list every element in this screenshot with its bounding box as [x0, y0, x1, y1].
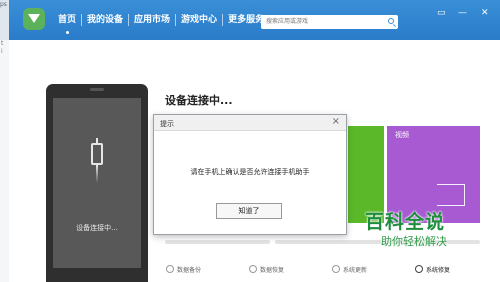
data-restore-button[interactable]: 数据恢复 [249, 262, 284, 276]
restore-icon [249, 265, 257, 273]
got-it-button[interactable]: 知道了 [216, 203, 282, 219]
close-window-icon[interactable]: ✕ [481, 8, 489, 18]
nav-item-game-center[interactable]: 游戏中心 [176, 0, 222, 40]
system-repair-button[interactable]: 系统修复 [415, 262, 450, 276]
device-info-placeholder-bar [165, 240, 270, 244]
minimize-window-icon[interactable]: — [458, 8, 467, 18]
screen: ps t i 首页 我的设备 应用市场 游戏中心 更多服务 搜索应用或游戏 ▭ [0, 0, 500, 282]
system-update-button[interactable]: 系统更新 [332, 262, 367, 276]
background-window-text: ps [0, 1, 7, 8]
data-backup-button[interactable]: 数据备份 [166, 262, 201, 276]
watermark-title: 百科全说 [365, 211, 446, 233]
nav-item-app-market[interactable]: 应用市场 [129, 0, 175, 40]
nav-item-home[interactable]: 首页 [53, 0, 81, 40]
dialog-header: 提示 × [154, 115, 346, 131]
video-tile-graphic [437, 184, 465, 206]
usb-plug-icon [91, 138, 103, 183]
dialog-title: 提示 [160, 120, 174, 128]
title-bar: 首页 我的设备 应用市场 游戏中心 更多服务 搜索应用或游戏 ▭ — ✕ [9, 0, 500, 40]
nav-item-my-devices[interactable]: 我的设备 [82, 0, 128, 40]
tile-video-label: 视频 [395, 131, 409, 139]
dialog-message: 请在手机上确认是否允许连接手机助手 [190, 168, 310, 176]
data-restore-label: 数据恢复 [260, 266, 285, 274]
close-icon[interactable]: × [332, 116, 340, 127]
prompt-dialog: 提示 × 请在手机上确认是否允许连接手机助手 知道了 [153, 114, 347, 235]
system-repair-label: 系统修复 [426, 266, 451, 274]
backup-icon [166, 265, 174, 273]
app-logo-icon[interactable] [23, 8, 45, 30]
search-icon[interactable] [388, 18, 394, 24]
phone-speaker [90, 88, 104, 91]
phone-assistant-window: 首页 我的设备 应用市场 游戏中心 更多服务 搜索应用或游戏 ▭ — ✕ 设备连… [9, 0, 500, 282]
update-icon [332, 265, 340, 273]
phone-status-label: 设备连接中... [76, 224, 118, 232]
main-nav: 首页 我的设备 应用市场 游戏中心 更多服务 [53, 0, 269, 40]
gear-icon [415, 265, 423, 273]
search-placeholder: 搜索应用或游戏 [266, 18, 309, 25]
connection-status-title: 设备连接中... [165, 94, 233, 107]
watermark-subtitle: 助你轻松解决 [381, 235, 447, 248]
restore-window-icon[interactable]: ▭ [437, 8, 446, 18]
phone-screen: 设备连接中... [53, 98, 141, 268]
system-update-label: 系统更新 [343, 266, 368, 274]
search-input[interactable]: 搜索应用或游戏 [261, 15, 398, 29]
phone-illustration: 设备连接中... [46, 84, 148, 282]
data-backup-label: 数据备份 [177, 266, 202, 274]
